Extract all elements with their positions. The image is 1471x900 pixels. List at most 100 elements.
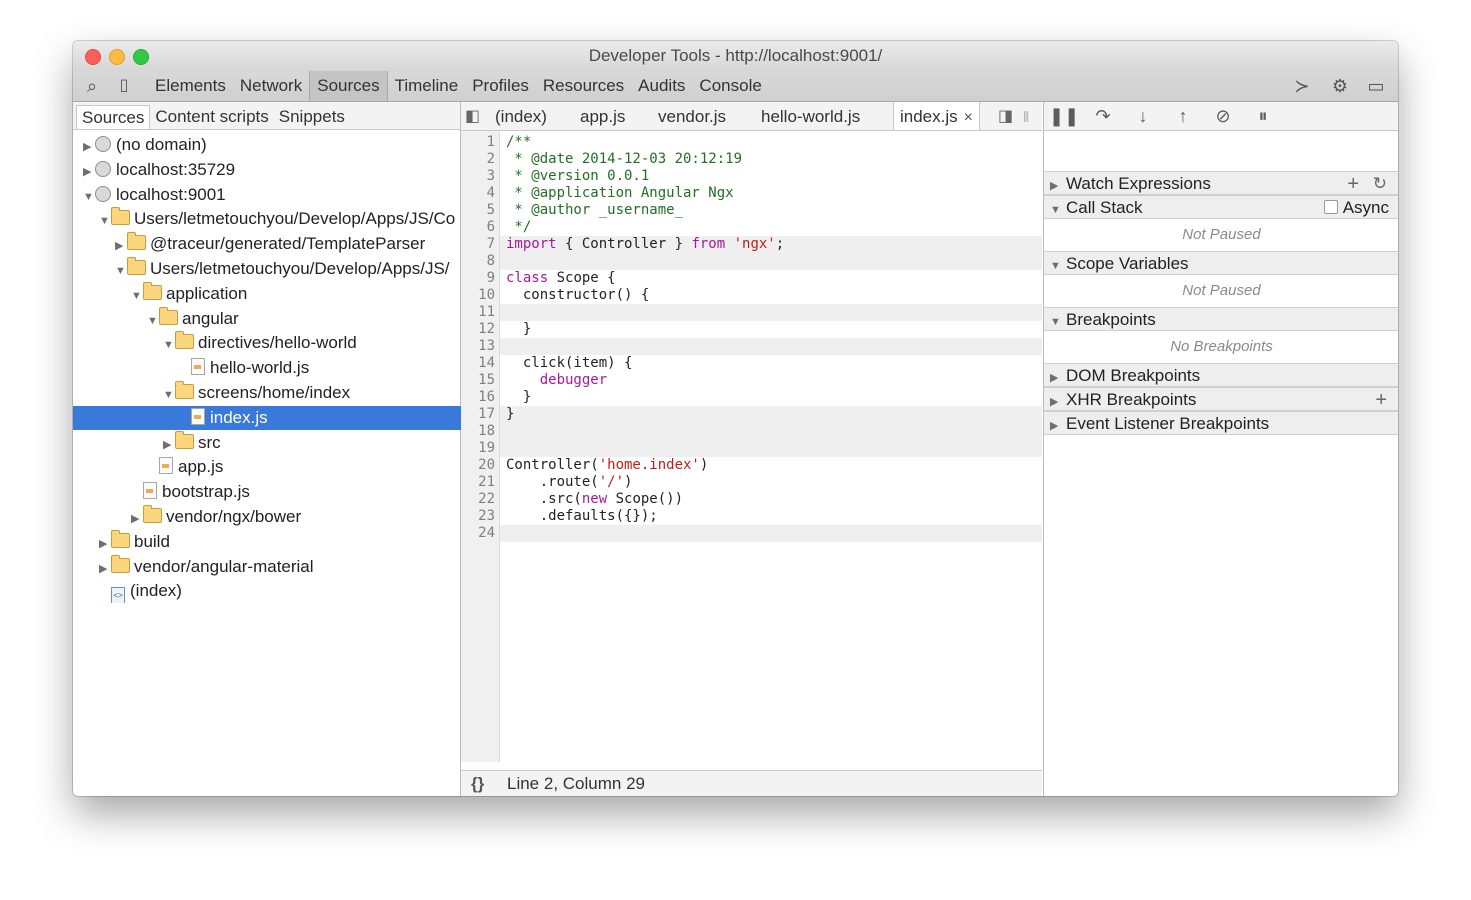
call-stack-header[interactable]: ▼ Call Stack Async <box>1044 195 1398 219</box>
line-number[interactable]: 18 <box>461 423 495 440</box>
line-number[interactable]: 6 <box>461 219 495 236</box>
tree-item[interactable]: <> (index) <box>73 579 486 604</box>
editor-tab-app-js[interactable]: app.js <box>580 102 625 130</box>
tab-audits[interactable]: Audits <box>631 71 692 101</box>
search-icon[interactable]: ⌕ <box>81 75 103 97</box>
editor-tab-index[interactable]: (index) <box>495 102 547 130</box>
line-number[interactable]: 17 <box>461 406 495 423</box>
collapse-arrow-icon[interactable]: ▼ <box>83 185 95 207</box>
pretty-print-button[interactable]: {} <box>471 771 484 796</box>
step-over-icon[interactable]: ↷ <box>1089 104 1117 128</box>
splitter-handle-icon[interactable]: ⦀ <box>1023 102 1029 130</box>
device-icon[interactable]: ▯ <box>113 75 135 97</box>
expand-arrow-icon[interactable]: ▶ <box>163 433 175 455</box>
maximize-window-button[interactable] <box>133 49 149 65</box>
tree-item[interactable]: bootstrap.js <box>73 480 518 504</box>
toggle-navigator-icon[interactable]: ◧ <box>465 102 480 130</box>
tab-timeline[interactable]: Timeline <box>388 71 466 101</box>
collapse-arrow-icon[interactable]: ▼ <box>163 333 175 355</box>
pause-icon[interactable]: ❚❚ <box>1049 104 1079 128</box>
breakpoints-header[interactable]: ▼ Breakpoints <box>1044 307 1398 331</box>
tab-console[interactable]: Console <box>692 71 768 101</box>
deactivate-breakpoints-icon[interactable]: ⊘ <box>1209 104 1237 128</box>
line-number[interactable]: 3 <box>461 168 495 185</box>
step-into-icon[interactable]: ↓ <box>1129 104 1157 128</box>
line-number[interactable]: 4 <box>461 185 495 202</box>
tab-sources-nav[interactable]: Sources <box>76 105 151 129</box>
tab-snippets[interactable]: Snippets <box>274 105 350 129</box>
tab-elements[interactable]: Elements <box>148 71 233 101</box>
collapse-arrow-icon[interactable]: ▼ <box>99 209 111 231</box>
async-checkbox[interactable]: Async <box>1323 196 1389 220</box>
tab-network[interactable]: Network <box>233 71 309 101</box>
gear-icon[interactable]: ⚙ <box>1329 75 1351 97</box>
event-listener-breakpoints-header[interactable]: ▶ Event Listener Breakpoints <box>1044 411 1398 435</box>
refresh-icon[interactable]: ↻ <box>1373 172 1387 196</box>
collapse-arrow-icon[interactable]: ▼ <box>115 259 127 281</box>
add-xhr-breakpoint-icon[interactable]: + <box>1375 388 1387 412</box>
line-number[interactable]: 22 <box>461 491 495 508</box>
collapse-arrow-icon[interactable]: ▼ <box>131 284 143 306</box>
editor-tab-index-js[interactable]: index.js × <box>893 102 980 130</box>
html-file-icon: <> <box>111 587 125 604</box>
tree-item[interactable]: ▼ localhost:9001 <box>73 183 470 207</box>
tree-item[interactable]: ▶ localhost:35729 <box>73 158 470 182</box>
expand-arrow-icon[interactable]: ▶ <box>83 135 95 157</box>
toggle-debugger-icon[interactable]: ◨ <box>998 102 1013 130</box>
line-number[interactable]: 9 <box>461 270 495 287</box>
minimize-window-button[interactable] <box>109 49 125 65</box>
code-line: /** <box>506 134 532 150</box>
dom-breakpoints-header[interactable]: ▶ DOM Breakpoints <box>1044 363 1398 387</box>
tab-sources[interactable]: Sources <box>309 71 388 101</box>
collapse-arrow-icon[interactable]: ▼ <box>147 309 159 331</box>
xhr-breakpoints-header[interactable]: ▶ XHR Breakpoints + <box>1044 387 1398 411</box>
tree-item[interactable]: ▶ vendor/ngx/bower <box>73 505 518 529</box>
line-number[interactable]: 15 <box>461 372 495 389</box>
line-number[interactable]: 14 <box>461 355 495 372</box>
editor-tab-vendor-js[interactable]: vendor.js <box>658 102 726 130</box>
line-number[interactable]: 16 <box>461 389 495 406</box>
line-number[interactable]: 1 <box>461 134 495 151</box>
line-number[interactable]: 8 <box>461 253 495 270</box>
tree-item[interactable]: ▶ vendor/angular-material <box>73 554 486 579</box>
close-icon[interactable]: × <box>964 109 973 126</box>
expand-arrow-icon[interactable]: ▶ <box>99 532 111 554</box>
scope-variables-header[interactable]: ▼ Scope Variables <box>1044 251 1398 275</box>
line-number[interactable]: 24 <box>461 525 495 542</box>
close-window-button[interactable] <box>85 49 101 65</box>
expand-arrow-icon[interactable]: ▶ <box>131 507 143 529</box>
line-number[interactable]: 21 <box>461 474 495 491</box>
tree-item[interactable]: ▼ Users/letmetouchyou/Develop/Apps/JS/Co <box>73 207 486 231</box>
console-drawer-icon[interactable]: ≻ <box>1291 75 1313 97</box>
line-number[interactable]: 7 <box>461 236 495 253</box>
line-number[interactable]: 2 <box>461 151 495 168</box>
step-out-icon[interactable]: ↑ <box>1169 104 1197 128</box>
tree-item[interactable]: ▼ application <box>73 281 518 306</box>
tree-item[interactable]: ▶ build <box>73 529 486 554</box>
tree-item[interactable]: ▶ (no domain) <box>73 133 470 157</box>
tree-item[interactable]: ▶ @traceur/generated/TemplateParser <box>73 232 502 256</box>
add-watch-icon[interactable]: + <box>1347 172 1359 196</box>
expand-arrow-icon[interactable]: ▶ <box>115 234 127 256</box>
line-number[interactable]: 20 <box>461 457 495 474</box>
line-number[interactable]: 12 <box>461 321 495 338</box>
tab-resources[interactable]: Resources <box>536 71 631 101</box>
collapse-arrow-icon[interactable]: ▼ <box>163 383 175 405</box>
expand-arrow-icon[interactable]: ▶ <box>83 160 95 182</box>
watch-expressions-header[interactable]: ▶ Watch Expressions + ↻ <box>1044 171 1398 195</box>
line-number[interactable]: 5 <box>461 202 495 219</box>
tab-content-scripts[interactable]: Content scripts <box>150 105 273 129</box>
tree-item[interactable]: ▼ Users/letmetouchyou/Develop/Apps/JS/ <box>73 257 502 281</box>
pause-on-exceptions-icon[interactable]: ⏸ <box>1249 104 1277 128</box>
line-number[interactable]: 23 <box>461 508 495 525</box>
editor-tab-hello-world-js[interactable]: hello-world.js <box>761 102 860 130</box>
xhr-breakpoints-label: XHR Breakpoints <box>1066 390 1197 409</box>
line-number[interactable]: 11 <box>461 304 495 321</box>
line-number[interactable]: 10 <box>461 287 495 304</box>
line-number[interactable]: 19 <box>461 440 495 457</box>
expand-arrow-icon[interactable]: ▶ <box>99 557 111 579</box>
tab-profiles[interactable]: Profiles <box>465 71 536 101</box>
line-number[interactable]: 13 <box>461 338 495 355</box>
dock-icon[interactable]: ▭ <box>1365 75 1387 97</box>
code-area[interactable]: /** * @date 2014-12-03 20:12:19 * @versi… <box>500 131 1042 762</box>
